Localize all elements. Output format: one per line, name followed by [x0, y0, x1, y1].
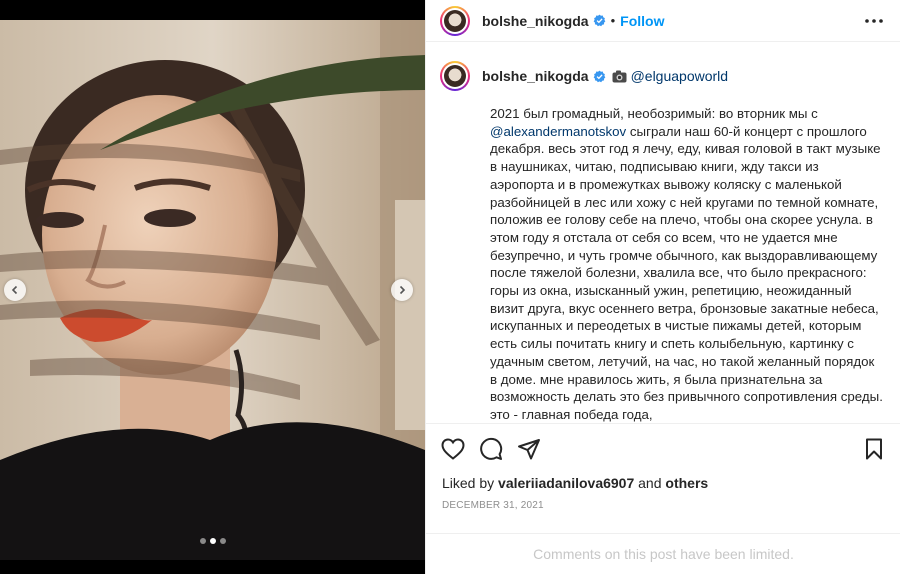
more-options-button[interactable] — [862, 9, 886, 33]
carousel-indicator — [0, 538, 425, 544]
verified-badge-icon — [593, 14, 605, 27]
likes-summary: Liked by valeriiadanilova6907 and others — [442, 475, 708, 491]
caption-username[interactable]: bolshe_nikogda — [482, 68, 589, 84]
carousel-next-button[interactable] — [391, 279, 413, 301]
caption-text: 2021 был громадный, необозримый: во втор… — [490, 105, 885, 423]
likes-prefix: Liked by — [442, 475, 495, 491]
comment-button[interactable] — [476, 434, 506, 464]
share-button[interactable] — [514, 434, 544, 464]
save-button[interactable] — [859, 434, 889, 464]
post-media — [0, 0, 425, 574]
caption-avatar[interactable] — [440, 61, 470, 91]
post-header: bolshe_nikogda • Follow — [426, 0, 900, 42]
bookmark-icon — [866, 438, 882, 459]
like-button[interactable] — [438, 434, 468, 464]
comment-icon — [480, 437, 503, 460]
comments-limited-notice: Comments on this post have been limited. — [426, 533, 900, 574]
carousel-dot — [199, 538, 206, 544]
header-separator: • — [610, 13, 616, 28]
camera-emoji-icon — [612, 70, 627, 82]
verified-badge-icon — [593, 70, 605, 82]
carousel-dot — [219, 538, 226, 544]
caption-section: bolshe_nikogda @elguapoworld 2021 был гр… — [426, 43, 900, 423]
heart-icon — [441, 437, 465, 460]
carousel-dot-active — [209, 538, 216, 544]
avatar[interactable] — [440, 5, 470, 36]
post-date[interactable]: DECEMBER 31, 2021 — [442, 500, 544, 511]
post-photo[interactable] — [0, 20, 425, 560]
chevron-right-icon — [399, 285, 406, 295]
likes-and: and — [638, 475, 662, 491]
header-username[interactable]: bolshe_nikogda — [482, 13, 589, 29]
carousel-prev-button[interactable] — [4, 279, 26, 301]
liked-by-user-link[interactable]: valeriiadanilova6907 — [498, 475, 634, 491]
action-bar — [426, 423, 900, 473]
more-options-icon — [865, 18, 883, 23]
caption-mention-link[interactable]: @elguapoworld — [631, 68, 729, 84]
chevron-left-icon — [11, 285, 18, 295]
caption-inline-mention[interactable]: @alexandermanotskov — [490, 124, 626, 139]
caption-text-rest: сыграли наш 60-й концерт с прошлого дека… — [490, 123, 883, 422]
caption-header: bolshe_nikogda @elguapoworld — [440, 59, 885, 93]
follow-button[interactable]: Follow — [620, 13, 664, 29]
post-details-panel: bolshe_nikogda • Follow bolshe_nikogda @… — [425, 0, 900, 574]
caption-text-start: 2021 был громадный, необозримый: во втор… — [490, 106, 818, 121]
portrait-illustration — [0, 20, 425, 560]
likes-others-link[interactable]: others — [665, 475, 708, 491]
share-icon — [518, 438, 540, 459]
